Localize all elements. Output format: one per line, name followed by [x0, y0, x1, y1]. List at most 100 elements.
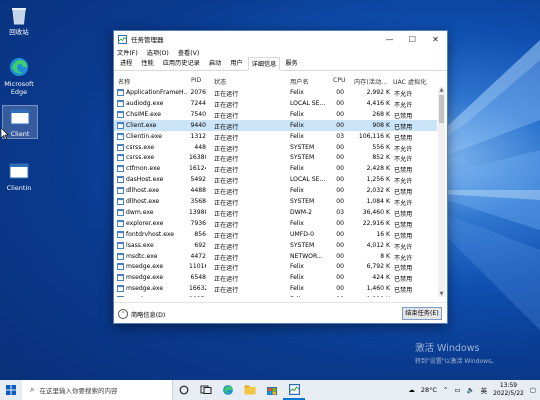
tab-services[interactable]: 服务 [281, 56, 301, 70]
table-row[interactable]: msedge.exe 16632 正在运行 Felix 00 1,460 K 已禁用 [114, 283, 437, 294]
process-name: csrss.exe [126, 154, 155, 162]
process-name: Clientin.exe [126, 132, 162, 140]
vertical-scrollbar[interactable]: ▲ ▼ [438, 87, 445, 297]
desktop-icon-recycle-bin[interactable]: 回收站 [2, 4, 36, 36]
process-name: audiodg.exe [126, 99, 164, 107]
task-manager-icon [118, 34, 127, 44]
desktop-icon-edge[interactable]: Microsoft Edge [2, 56, 36, 96]
table-row[interactable]: dllhost.exe 3568 正在运行 SYSTEM 00 1,084 K 不允许 [114, 196, 437, 207]
minimize-button[interactable]: — [378, 31, 401, 47]
process-uac: 已禁用 [394, 210, 413, 218]
cortana-button[interactable] [173, 380, 195, 400]
column-header-username[interactable]: 用户名 [290, 77, 309, 86]
taskbar-task-manager-button[interactable] [283, 380, 305, 400]
less-details-button[interactable]: ⌃ 简略信息(D) [118, 309, 165, 319]
table-row[interactable]: dasHost.exe 5492 正在运行 LOCAL SE... 00 1,256 K 不… [114, 174, 437, 185]
scrollbar-thumb[interactable] [439, 95, 444, 123]
process-status: 正在运行 [214, 287, 239, 295]
table-row[interactable]: msedge.exe20856 正在运行 Felix 00 1,808 K 已禁用 [114, 294, 437, 297]
process-pid: 6548 [190, 274, 206, 282]
table-row[interactable]: explorer.exe 7936 正在运行 Felix 00 22,916 K 已禁用 [114, 218, 437, 229]
tab-app-history[interactable]: 应用历史记录 [159, 56, 204, 70]
process-uac: 已禁用 [394, 167, 413, 175]
clock-date: 2022/5/22 [493, 390, 524, 397]
show-hidden-icons-icon[interactable]: ⌃ [443, 386, 448, 394]
process-uac: 不允许 [394, 91, 413, 98]
tab-startup[interactable]: 启动 [205, 56, 225, 70]
process-status: 正在运行 [214, 276, 239, 284]
scroll-up-icon[interactable]: ▲ [438, 87, 445, 93]
notification-icon[interactable]: ▢ [530, 386, 536, 394]
process-name: csrss.exe [126, 143, 155, 151]
table-row[interactable]: csrss.exe 16380 正在运行 SYSTEM 00 852 K 不允许 [114, 152, 437, 163]
process-cpu: 00 [336, 89, 344, 96]
weather-temperature[interactable]: 28°C [421, 386, 437, 394]
volume-icon[interactable]: 🔈 [466, 386, 474, 394]
process-name: dwm.exe [126, 208, 154, 216]
table-row[interactable]: ctfmon.exe 16124 正在运行 Felix 00 2,428 K 已禁用 [114, 163, 437, 174]
process-username: SYSTEM [290, 154, 315, 162]
process-username: Felix [290, 285, 304, 293]
start-button[interactable] [0, 380, 22, 400]
table-row[interactable]: msedge.exe 6548 正在运行 Felix 00 424 K 已禁用 [114, 272, 437, 283]
table-row[interactable]: Clientin.exe 1312 正在运行 Felix 03 106,116 K 已禁用 [114, 131, 437, 142]
column-header-uac[interactable]: UAC 虚拟化 [393, 77, 427, 86]
scroll-down-icon[interactable]: ▼ [438, 291, 445, 297]
column-header-memory[interactable]: 内存(活动... [354, 77, 387, 86]
process-username: NETWOR... [290, 252, 323, 260]
table-row[interactable]: ChsIME.exe 7540 正在运行 Felix 00 268 K 已禁用 [114, 109, 437, 120]
process-name: ctfmon.exe [126, 165, 161, 173]
column-header-status[interactable]: 状态 [214, 77, 226, 86]
tab-processes[interactable]: 进程 [116, 56, 136, 70]
maximize-icon: ☐ [408, 34, 417, 44]
process-cpu: 00 [336, 230, 344, 238]
process-cpu: 00 [336, 285, 344, 293]
close-button[interactable]: ✕ [424, 31, 447, 47]
table-row[interactable]: dllhost.exe 4488 正在运行 Felix 00 2,032 K 已禁用 [114, 185, 437, 196]
title-bar[interactable]: 任务管理器 — ☐ ✕ [114, 31, 447, 47]
maximize-button[interactable]: ☐ [401, 31, 424, 47]
process-memory: 268 K [372, 110, 390, 118]
end-task-button[interactable]: 结束任务(E) [402, 307, 442, 320]
process-memory: 2,428 K [366, 165, 390, 173]
table-row[interactable]: msedge.exe 11016 正在运行 Felix 00 6,792 K 已禁用 [114, 261, 437, 272]
table-row[interactable]: lsass.exe 692 正在运行 SYSTEM 00 4,012 K 不允许 [114, 240, 437, 251]
desktop-icon-clientin[interactable]: Clientin [2, 160, 36, 192]
column-header-pid[interactable]: PID [191, 77, 201, 84]
taskbar-search-box[interactable]: ⌕ 在这里输入你要搜索的内容 [22, 380, 173, 400]
taskbar-explorer-button[interactable] [239, 380, 261, 400]
tab-performance[interactable]: 性能 [137, 56, 157, 70]
process-icon [117, 89, 124, 96]
process-icon [117, 208, 124, 216]
process-icon [117, 285, 124, 293]
table-row[interactable]: Client.exe 9440 正在运行 Felix 00 908 K 已禁用 [114, 119, 437, 131]
process-uac: 已禁用 [394, 276, 413, 284]
network-icon[interactable]: ▭ [454, 386, 460, 394]
task-manager-window[interactable]: 任务管理器 — ☐ ✕ 文件(F) 选项(O) 查看(V) 进程 性能 应用历史… [113, 30, 448, 324]
table-row[interactable]: audiodg.exe 7244 正在运行 LOCAL SE... 00 4,416 K 不… [114, 98, 437, 109]
column-header-cpu[interactable]: CPU [333, 77, 346, 84]
application-window-icon [9, 106, 31, 128]
table-row[interactable]: csrss.exe 448 正在运行 SYSTEM 00 556 K 不允许 [114, 142, 437, 153]
taskbar-store-button[interactable] [261, 380, 283, 400]
process-uac: 已禁用 [394, 232, 413, 240]
weather-icon[interactable]: ☁ [408, 386, 415, 394]
process-pid: 4488 [190, 187, 206, 195]
taskbar-edge-button[interactable] [217, 380, 239, 400]
task-view-button[interactable] [195, 380, 217, 400]
table-row[interactable]: msdtc.exe 4472 正在运行 NETWOR... 00 8 K 不允许 [114, 251, 437, 262]
tab-details[interactable]: 详细信息 [247, 57, 281, 71]
column-header-name[interactable]: 名称 [118, 77, 130, 86]
process-memory: 4,012 K [366, 241, 390, 249]
input-method-indicator[interactable]: 英 [481, 385, 488, 395]
tab-users[interactable]: 用户 [226, 56, 246, 70]
process-list[interactable]: ApplicationFrameH... 2076 正在运行 Felix 00 2,992… [114, 87, 437, 297]
clock[interactable]: 13:59 2022/5/22 [493, 382, 524, 398]
table-row[interactable]: dwm.exe 13988 正在运行 DWM-2 03 36,460 K 已禁用 [114, 207, 437, 218]
process-pid: 4472 [190, 252, 206, 260]
process-pid: 7540 [190, 110, 206, 118]
process-uac: 不允许 [394, 156, 413, 164]
table-row[interactable]: ApplicationFrameH... 2076 正在运行 Felix 00 2,992… [114, 87, 437, 98]
process-name: msedge.exe [126, 263, 164, 271]
table-row[interactable]: fontdrvhost.exe 856 正在运行 UMFD-0 00 16 K 已禁用 [114, 229, 437, 240]
